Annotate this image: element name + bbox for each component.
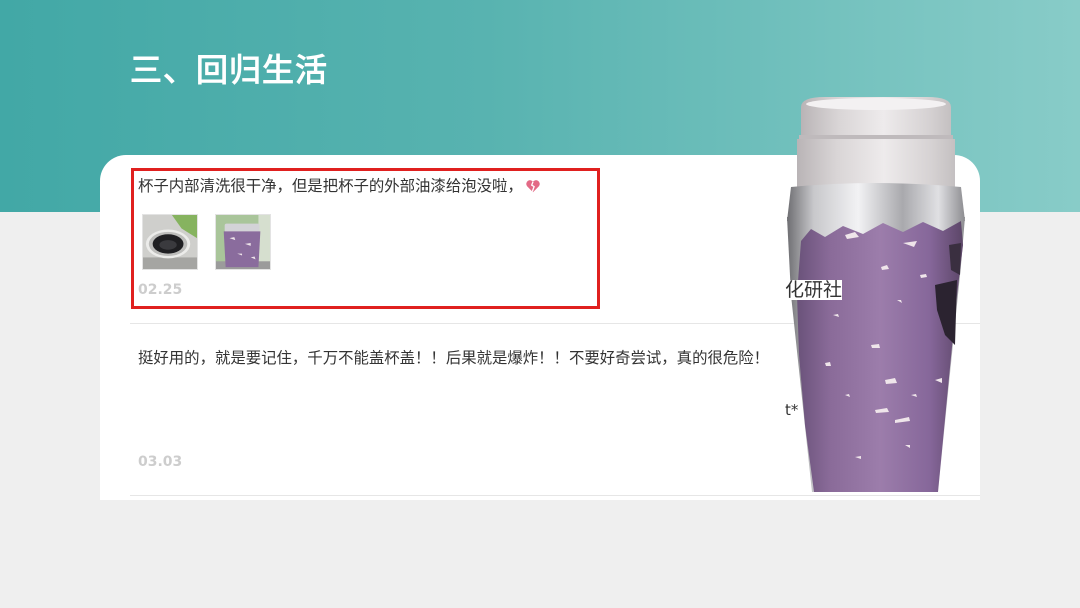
cup-interior-icon (143, 215, 197, 269)
review-2: 挺好用的，就是要记住，千万不能盖杯盖！！后果就是爆炸！！不要好奇尝试，真的很危险… (138, 349, 769, 367)
review-1-date: 02.25 (138, 282, 183, 298)
purple-cup-icon (216, 215, 270, 269)
slide-title: 三、回归生活 (130, 51, 329, 89)
review-1: 杯子内部清洗很干净，但是把杯子的外部油漆给泡没啦， (138, 177, 541, 195)
review-divider (130, 495, 980, 496)
side-label-2: t* (785, 401, 799, 419)
review-1-photo-1[interactable] (142, 214, 198, 270)
slide: 三、回归生活 杯子内部清洗很干净，但是把杯子的外部油漆给泡没啦， 02.25 挺… (0, 0, 1080, 608)
review-2-date: 03.03 (138, 454, 183, 470)
side-label-1: 化研社 (785, 279, 843, 301)
review-2-text: 挺好用的，就是要记住，千万不能盖杯盖！！后果就是爆炸！！不要好奇尝试，真的很危险… (138, 349, 770, 367)
broken-heart-icon (526, 180, 540, 193)
review-1-photo-2[interactable] (215, 214, 271, 270)
review-1-text: 杯子内部清洗很干净，但是把杯子的外部油漆给泡没啦， (138, 177, 523, 195)
